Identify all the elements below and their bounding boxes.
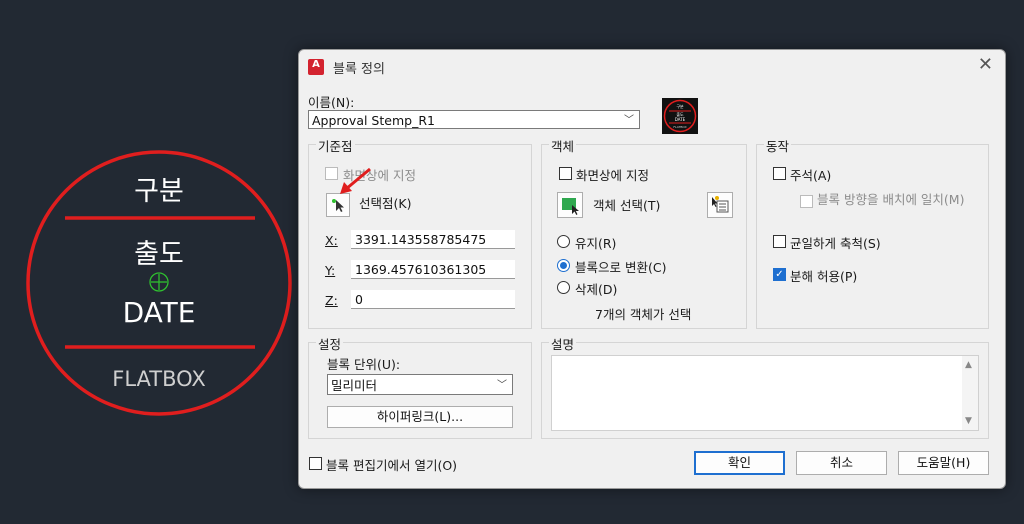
block-preview: 구분 출도 DATE FLATBOX	[662, 98, 698, 134]
block-name-value: Approval Stemp_R1	[312, 113, 435, 128]
stamp-row3-text: DATE	[123, 296, 196, 329]
scroll-up-icon[interactable]: ▲	[965, 360, 972, 370]
allow-exploding-checkbox[interactable]: ✓	[773, 268, 786, 281]
objects-specify-on-screen-checkbox[interactable]	[559, 167, 572, 180]
base-point-title: 기준점	[316, 136, 355, 155]
ok-button[interactable]: 확인	[694, 451, 785, 475]
annotative-label: 주석(A)	[790, 168, 832, 183]
scale-uniformly-label: 균일하게 축척(S)	[790, 236, 881, 251]
chevron-down-icon[interactable]: ﹀	[497, 375, 507, 396]
cad-drawing: 구분 출도 DATE FLATBOX	[26, 150, 292, 416]
description-title: 설명	[549, 334, 577, 353]
objects-title: 객체	[549, 136, 577, 155]
quick-select-icon	[712, 196, 729, 213]
allow-exploding-label: 분해 허용(P)	[790, 269, 858, 284]
match-orientation-checkbox[interactable]	[800, 195, 813, 208]
close-icon[interactable]: ✕	[978, 54, 993, 75]
chevron-down-icon[interactable]: ﹀	[624, 111, 634, 130]
dialog-title: 블록 정의	[333, 62, 385, 77]
retain-label: 유지(R)	[575, 236, 617, 251]
help-button[interactable]: 도움말(H)	[898, 451, 989, 475]
y-label: Y:	[325, 263, 336, 278]
description-textarea[interactable]: ▲ ▼	[551, 355, 979, 431]
title-bar[interactable]: A 블록 정의 ✕	[299, 50, 1005, 84]
stamp-row4-text: FLATBOX	[112, 367, 205, 391]
autocad-app-icon: A	[308, 59, 324, 75]
block-definition-dialog: A 블록 정의 ✕ 이름(N): Approval Stemp_R1 ﹀ 구분 …	[298, 49, 1006, 489]
z-coordinate-input[interactable]: 0	[351, 290, 515, 309]
delete-radio[interactable]	[557, 281, 570, 294]
stamp-row1-text: 구분	[134, 176, 184, 207]
scale-uniformly-checkbox[interactable]	[773, 235, 786, 248]
convert-to-block-label: 블록으로 변환(C)	[575, 260, 667, 275]
delete-label: 삭제(D)	[575, 282, 618, 297]
match-orientation-label: 블록 방향을 배치에 일치(M)	[817, 192, 965, 207]
x-label: X:	[325, 233, 338, 248]
svg-text:구분: 구분	[676, 104, 684, 109]
settings-title: 설정	[316, 334, 344, 353]
block-unit-label: 블록 단위(U):	[327, 357, 401, 372]
quick-select-button[interactable]	[707, 192, 733, 218]
block-unit-select[interactable]: 밀리미터 ﹀	[327, 374, 513, 395]
behavior-title: 동작	[764, 136, 792, 155]
stamp-row2-text: 출도	[134, 239, 184, 270]
svg-text:FLATBOX: FLATBOX	[673, 125, 686, 129]
red-arrow-annotation-icon	[340, 167, 371, 194]
select-objects-button[interactable]	[557, 192, 583, 218]
retain-radio[interactable]	[557, 235, 570, 248]
open-in-block-editor-label: 블록 편집기에서 열기(O)	[326, 458, 458, 473]
x-coordinate-input[interactable]: 3391.143558785475	[351, 230, 515, 249]
preview-stamp-icon: 구분 출도 DATE FLATBOX	[663, 99, 697, 133]
hyperlink-button[interactable]: 하이퍼링크(L)...	[327, 406, 513, 428]
z-label: Z:	[325, 293, 338, 308]
block-name-combo[interactable]: Approval Stemp_R1 ﹀	[308, 110, 640, 129]
description-scrollbar[interactable]: ▲ ▼	[962, 356, 978, 430]
objects-specify-on-screen-label: 화면상에 지정	[576, 168, 649, 183]
select-objects-icon	[562, 198, 579, 215]
open-in-block-editor-checkbox[interactable]	[309, 457, 322, 470]
y-coordinate-input[interactable]: 1369.457610361305	[351, 260, 515, 279]
scroll-down-icon[interactable]: ▼	[965, 416, 972, 426]
select-objects-label: 객체 선택(T)	[593, 198, 661, 213]
name-label: 이름(N):	[308, 95, 355, 110]
svg-text:DATE: DATE	[675, 117, 686, 122]
selected-objects-count: 7개의 객체가 선택	[595, 307, 692, 322]
cancel-button[interactable]: 취소	[796, 451, 887, 475]
annotative-checkbox[interactable]	[773, 167, 786, 180]
block-unit-value: 밀리미터	[331, 378, 378, 393]
convert-to-block-radio[interactable]	[557, 259, 570, 272]
